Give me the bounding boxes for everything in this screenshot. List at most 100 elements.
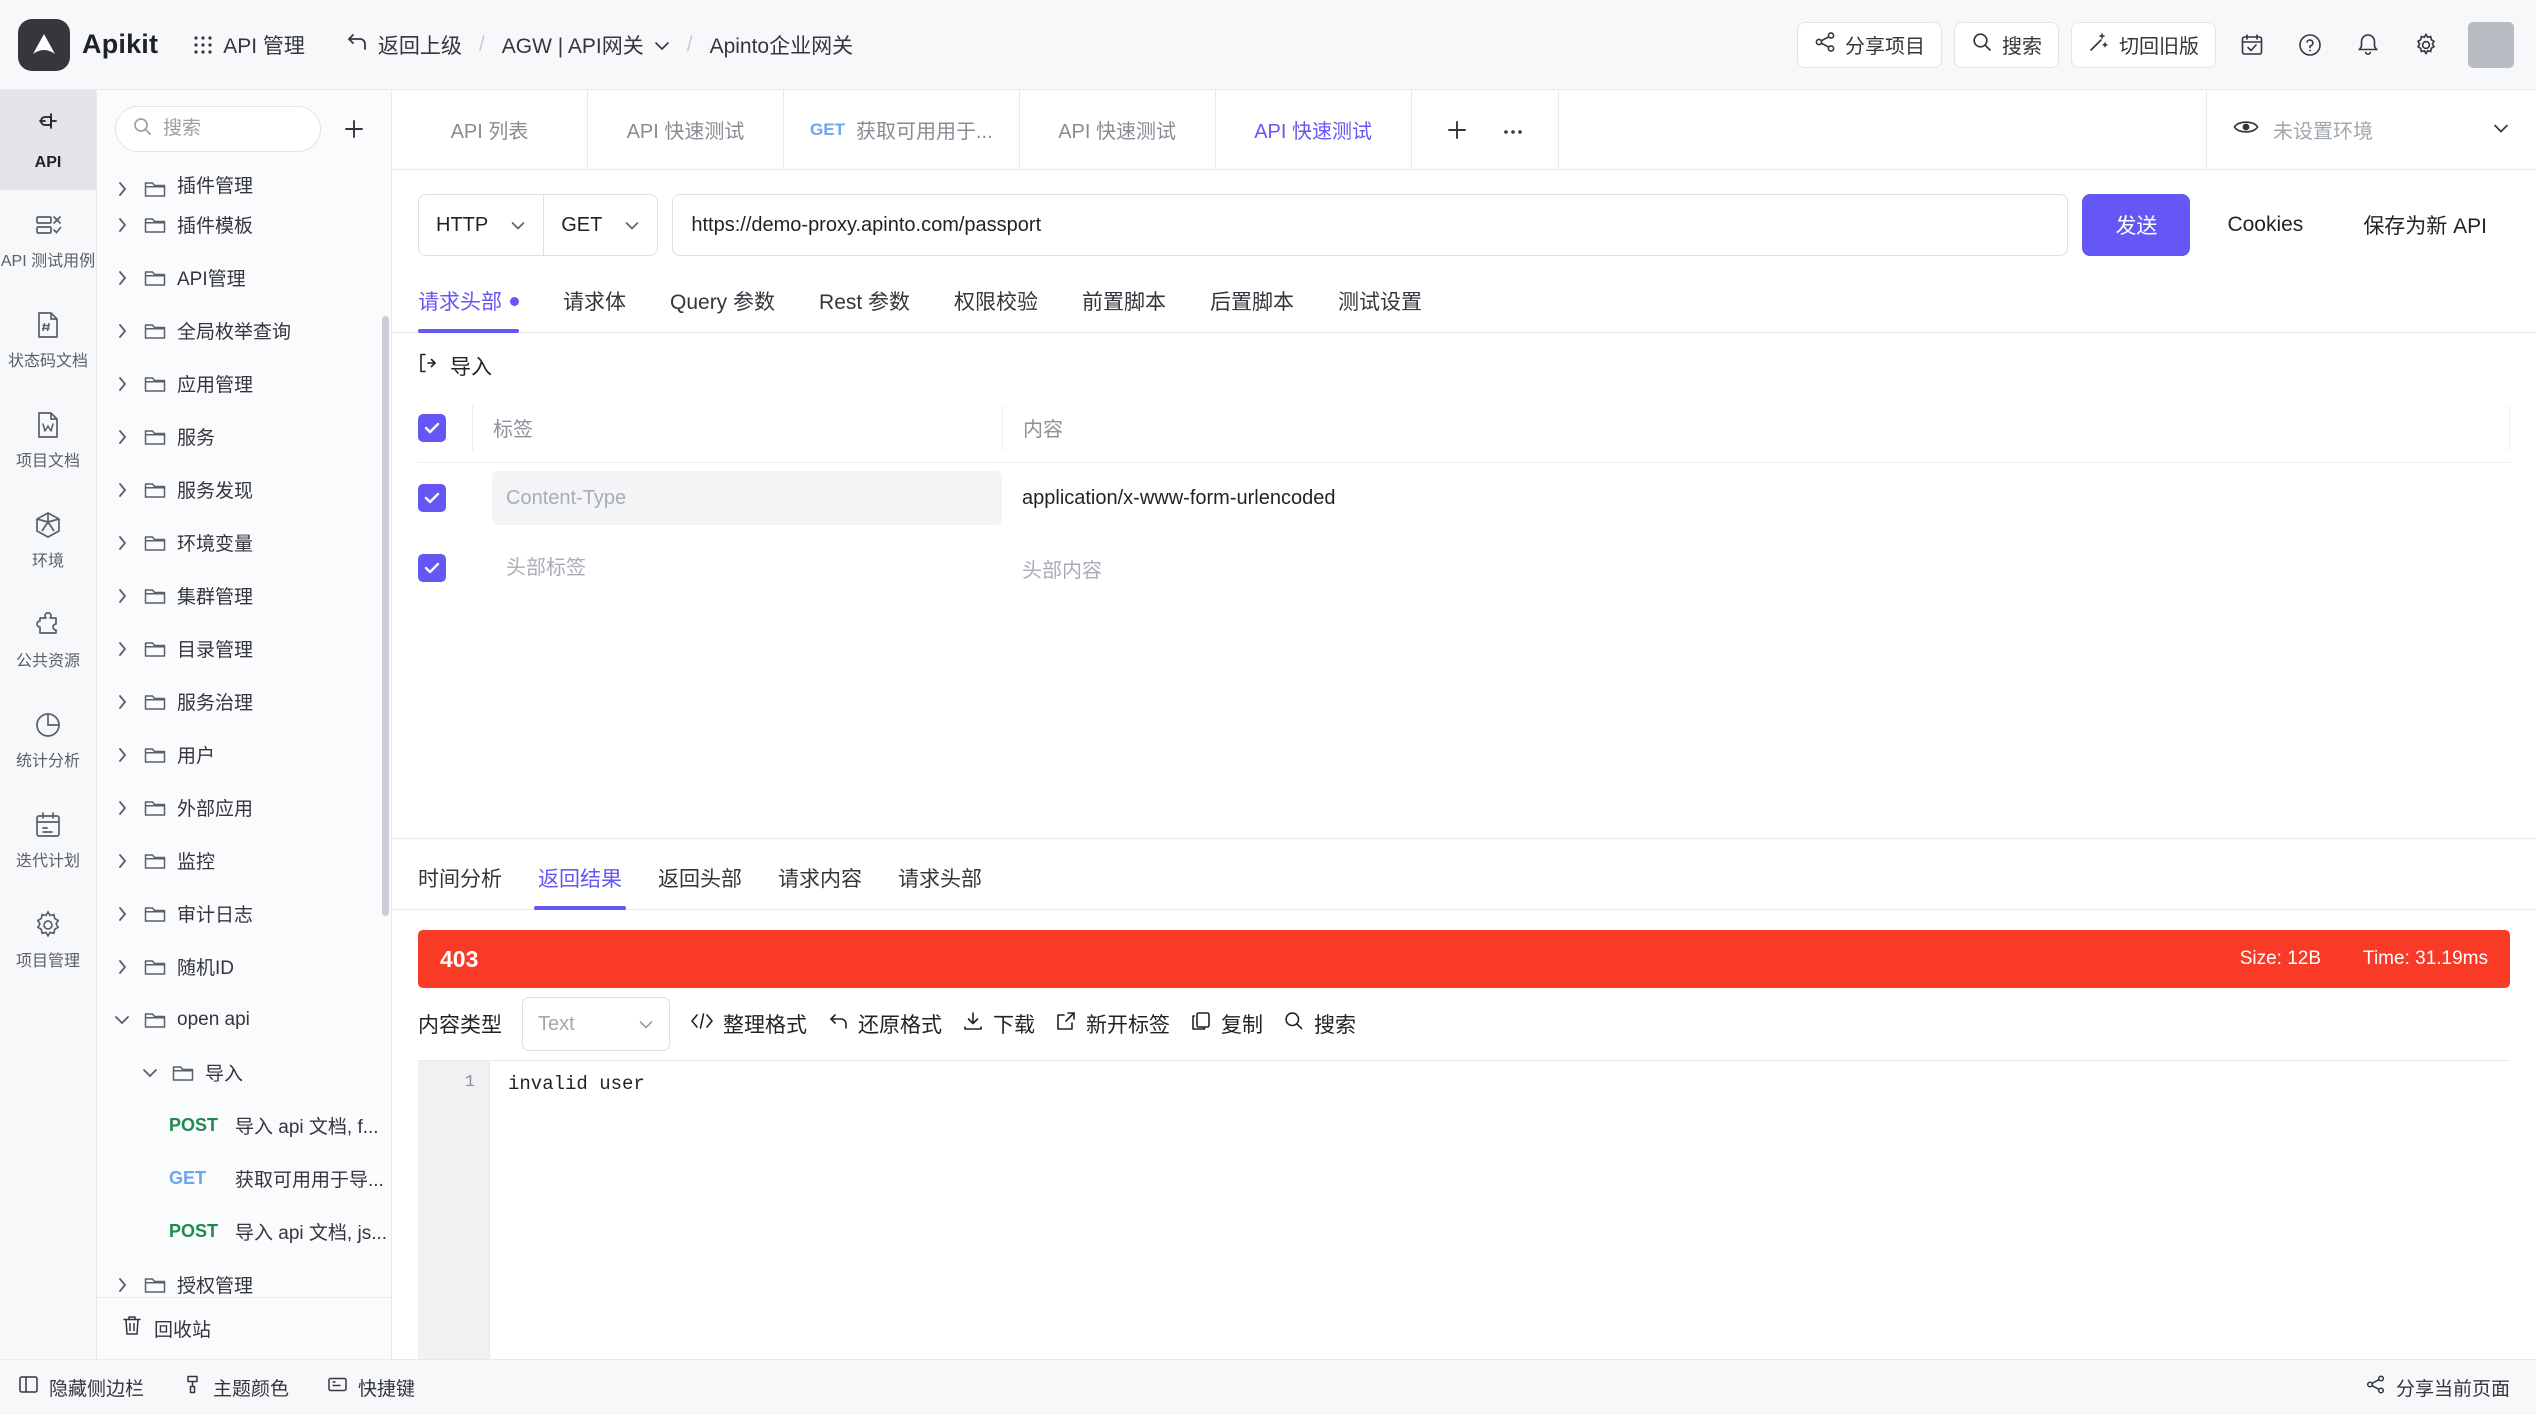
environment-selector[interactable]: 未设置环境 [2206, 90, 2536, 169]
cookies-button[interactable]: Cookies [2204, 194, 2327, 256]
format-button[interactable]: 整理格式 [690, 1009, 807, 1039]
subtab-auth[interactable]: 权限校验 [932, 276, 1060, 332]
subtab-request-headers[interactable]: 请求头部 [418, 276, 541, 333]
tree-row[interactable]: API管理 [97, 251, 391, 304]
protocol-select[interactable]: HTTP [419, 195, 543, 255]
tree-row-label: 全局枚举查询 [177, 322, 292, 343]
tree-row[interactable]: 审计日志 [97, 887, 391, 940]
rail-item-status-code-doc-label: 状态码文档 [7, 352, 88, 370]
tree-row[interactable]: 服务治理 [97, 675, 391, 728]
send-button[interactable]: 发送 [2082, 194, 2191, 256]
hide-sidebar-button[interactable]: 隐藏侧边栏 [18, 1374, 144, 1401]
rail-item-statistics[interactable]: 统计分析 [0, 690, 96, 790]
tree-row[interactable]: 监控 [97, 834, 391, 887]
tree-search-box[interactable] [115, 106, 321, 152]
header-value-cell-1[interactable]: application/x-www-form-urlencoded [1002, 475, 2510, 521]
bell-icon[interactable] [2346, 23, 2390, 67]
tree-row[interactable]: 服务发现 [97, 463, 391, 516]
rtab-timing[interactable]: 时间分析 [418, 859, 520, 909]
tree-row[interactable]: 集群管理 [97, 569, 391, 622]
rail-item-status-code-doc[interactable]: 状态码文档 [0, 290, 96, 390]
recycle-bin-button[interactable]: 回收站 [97, 1297, 391, 1359]
open-new-tab-button[interactable]: 新开标签 [1055, 1009, 1170, 1039]
rtab-request-headers[interactable]: 请求头部 [880, 859, 1000, 909]
header-key-input-2[interactable] [492, 541, 1002, 595]
row-checkbox[interactable] [418, 484, 446, 512]
tree-row[interactable]: 用户 [97, 728, 391, 781]
search-response-button[interactable]: 搜索 [1283, 1009, 1356, 1039]
tree-row[interactable]: 插件管理 [97, 166, 391, 198]
avatar[interactable] [2468, 21, 2514, 68]
tree-row[interactable]: 插件模板 [97, 198, 391, 251]
header-key-input-1[interactable] [492, 471, 1002, 525]
tree-row[interactable]: 环境变量 [97, 516, 391, 569]
rail-item-public-resource[interactable]: 公共资源 [0, 590, 96, 690]
tab-get-endpoint[interactable]: GET 获取可用用于... [784, 90, 1020, 169]
import-headers-button[interactable]: 导入 [418, 351, 492, 381]
tree-row-open-api[interactable]: open api [97, 993, 391, 1046]
switch-old-version-button[interactable]: 切回旧版 [2071, 21, 2216, 68]
rail-item-api[interactable]: API [0, 90, 96, 190]
back-to-parent-button[interactable]: 返回上级 [345, 30, 462, 60]
http-method-select[interactable]: GET [543, 195, 657, 255]
tab-quick-test-active[interactable]: API 快速测试 [1216, 90, 1412, 169]
response-code-viewer[interactable]: 1 invalid user [418, 1060, 2510, 1359]
rail-item-environment[interactable]: 环境 [0, 490, 96, 590]
search-input[interactable] [163, 118, 304, 140]
tree-row[interactable]: 目录管理 [97, 622, 391, 675]
theme-color-button[interactable]: 主题颜色 [182, 1374, 289, 1401]
add-tab-button[interactable] [1434, 107, 1480, 153]
select-all-checkbox[interactable] [418, 413, 446, 442]
subtab-post-script[interactable]: 后置脚本 [1188, 276, 1316, 332]
grid-icon[interactable] [192, 34, 214, 56]
share-page-button[interactable]: 分享当前页面 [2365, 1374, 2510, 1401]
question-circle-icon[interactable] [2288, 23, 2332, 67]
tree-row-endpoint[interactable]: POST 导入 api 文档, f... [97, 1099, 391, 1152]
calendar-check-icon[interactable] [2230, 23, 2274, 67]
rail-item-project-management[interactable]: 项目管理 [0, 890, 96, 990]
copy-button[interactable]: 复制 [1190, 1009, 1263, 1039]
gear-icon[interactable] [2404, 23, 2448, 67]
breadcrumb-project[interactable]: AGW | API网关 [502, 30, 670, 60]
download-button[interactable]: 下载 [962, 1009, 1035, 1039]
url-input[interactable] [672, 194, 2069, 256]
tree-row[interactable]: 全局枚举查询 [97, 304, 391, 357]
restore-format-button[interactable]: 还原格式 [827, 1009, 942, 1039]
tree-row-import-folder[interactable]: 导入 [97, 1046, 391, 1099]
tab-more-button[interactable] [1490, 107, 1536, 153]
shortcuts-button[interactable]: 快捷键 [327, 1374, 415, 1401]
tree-row[interactable]: 服务 [97, 410, 391, 463]
tree-row[interactable]: 授权管理 [97, 1258, 391, 1297]
rail-item-test-case[interactable]: API 测试用例 [0, 190, 96, 290]
rail-item-iteration-plan[interactable]: 迭代计划 [0, 790, 96, 890]
apikit-logo-icon[interactable] [18, 18, 70, 71]
chevron-right-icon [111, 1276, 133, 1294]
share-project-button[interactable]: 分享项目 [1797, 21, 1942, 68]
tab-api-list[interactable]: API 列表 [392, 90, 588, 169]
rtab-response-headers[interactable]: 返回头部 [640, 859, 760, 909]
add-node-button[interactable] [333, 108, 375, 150]
tree-row[interactable]: 应用管理 [97, 357, 391, 410]
subtab-test-settings[interactable]: 测试设置 [1316, 276, 1444, 332]
rail-item-project-doc[interactable]: 项目文档 [0, 390, 96, 490]
magic-wand-icon [2088, 31, 2110, 59]
tree-row[interactable]: 随机ID [97, 940, 391, 993]
tree-row-endpoint[interactable]: GET 获取可用用于导... [97, 1152, 391, 1205]
tab-quick-test-2[interactable]: API 快速测试 [1020, 90, 1216, 169]
row-checkbox[interactable] [418, 554, 446, 582]
subtab-pre-script[interactable]: 前置脚本 [1060, 276, 1188, 332]
tree-row[interactable]: 外部应用 [97, 781, 391, 834]
module-label[interactable]: API 管理 [223, 30, 305, 60]
search-button[interactable]: 搜索 [1954, 21, 2059, 68]
content-type-select[interactable]: Text [522, 997, 670, 1051]
tree-scrollbar[interactable] [382, 316, 389, 916]
save-as-new-api-button[interactable]: 保存为新 API [2340, 194, 2510, 256]
rtab-request-body[interactable]: 请求内容 [760, 859, 880, 909]
subtab-request-body[interactable]: 请求体 [541, 276, 648, 332]
tab-quick-test-1[interactable]: API 快速测试 [588, 90, 784, 169]
subtab-rest-params[interactable]: Rest 参数 [797, 276, 932, 332]
subtab-query-params[interactable]: Query 参数 [648, 276, 797, 332]
header-value-placeholder-2[interactable]: 头部内容 [1022, 554, 1102, 583]
tree-row-endpoint[interactable]: POST 导入 api 文档, js... [97, 1205, 391, 1258]
rtab-response-body[interactable]: 返回结果 [520, 859, 640, 910]
